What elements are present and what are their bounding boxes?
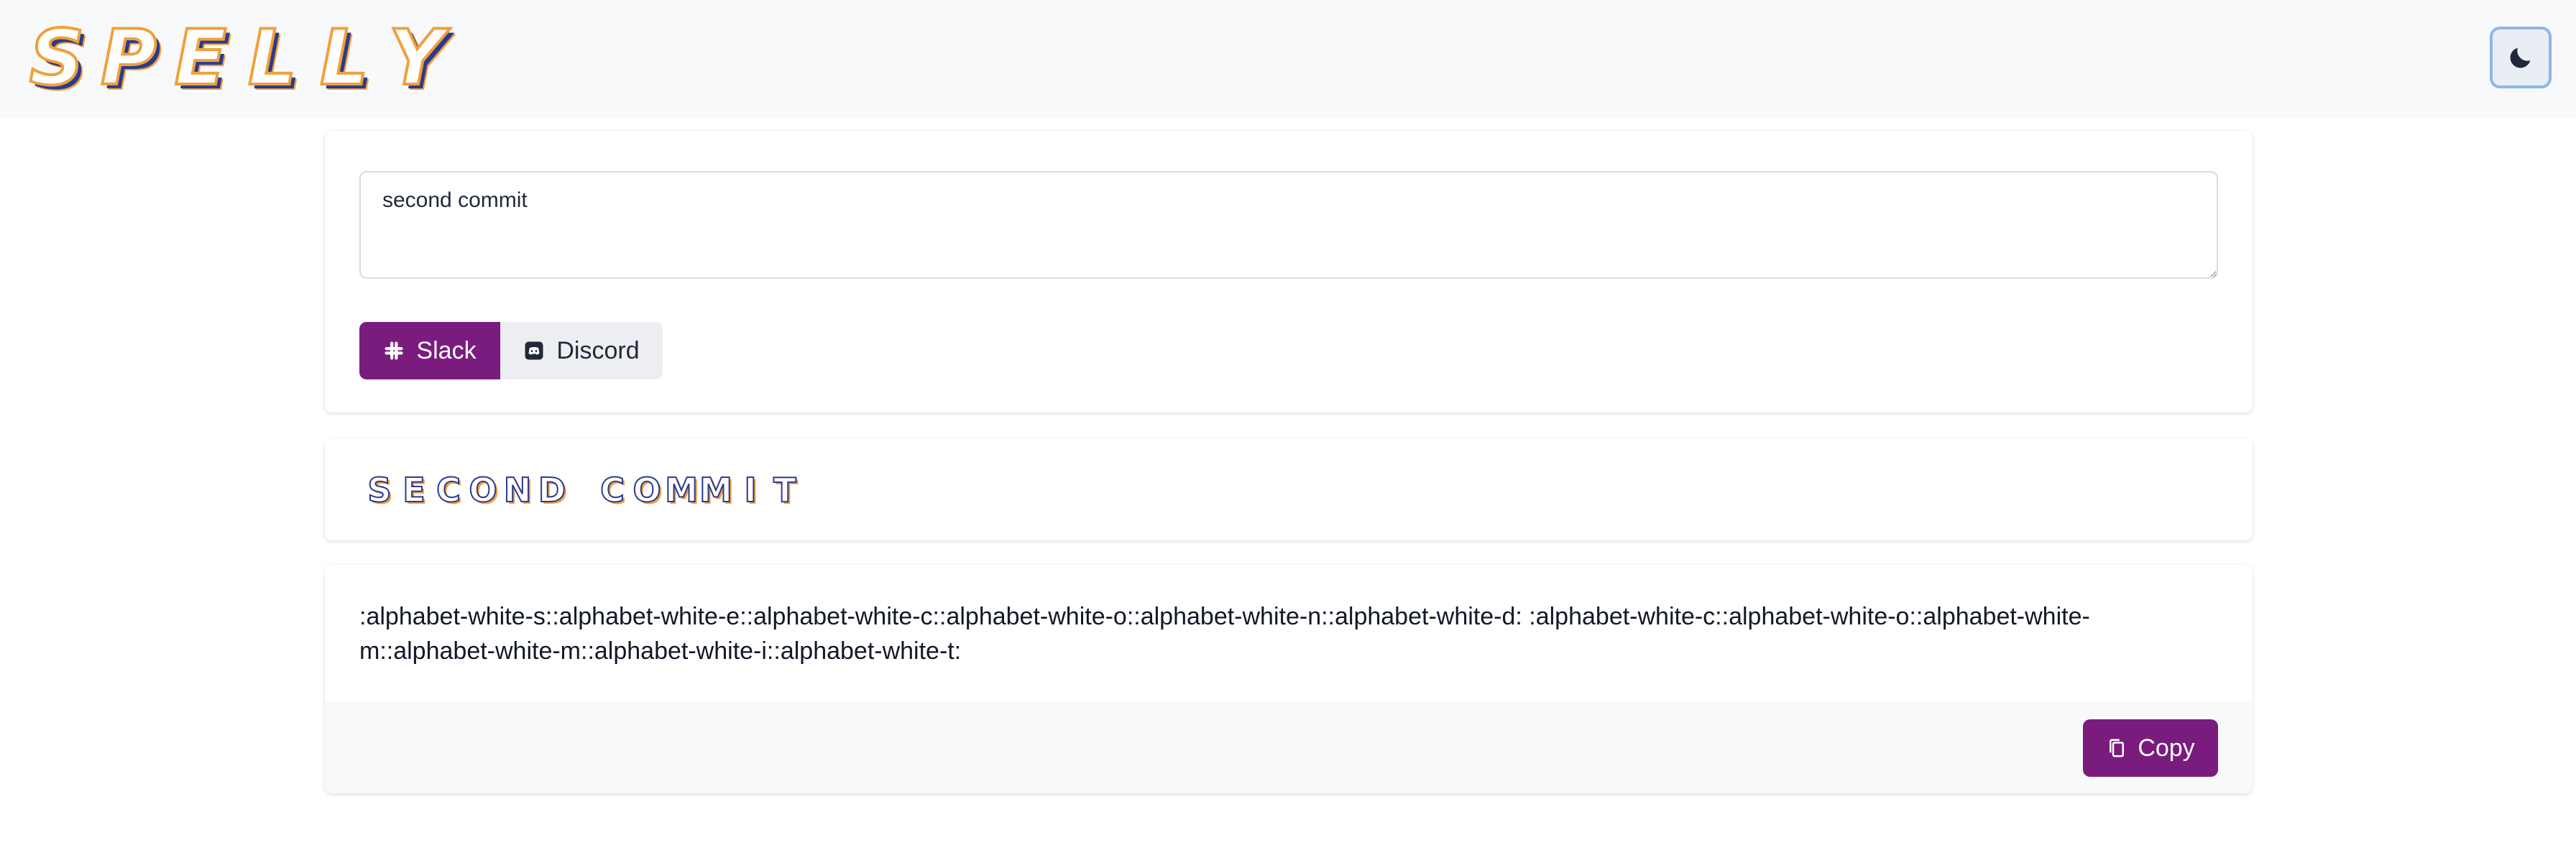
preview-letter: M: [699, 470, 733, 510]
input-card: second commit Slack Discord: [325, 131, 2253, 412]
preview-space: [569, 470, 595, 510]
text-input[interactable]: second commit: [359, 171, 2218, 279]
discord-button[interactable]: Discord: [500, 322, 663, 379]
output-card: :alphabet-white-s::alphabet-white-e::alp…: [325, 565, 2253, 793]
logo-letter: P: [99, 14, 158, 102]
preview-letter: E: [402, 470, 426, 510]
preview-letter: D: [538, 470, 566, 510]
preview-letter: O: [468, 470, 497, 510]
logo-letter: Y: [387, 14, 446, 102]
emoji-preview-card: S E C O N D C O M M I T: [325, 438, 2253, 540]
preview-letter: M: [664, 470, 699, 510]
preview-letter: S: [367, 470, 392, 510]
output-footer: Copy: [325, 701, 2253, 793]
preview-letter: O: [632, 470, 661, 510]
spelly-logo: S P E L L Y: [26, 14, 447, 102]
slack-icon: [385, 341, 403, 360]
emoji-preview: S E C O N D C O M M I T: [362, 470, 802, 510]
preview-letter: I: [743, 470, 757, 510]
preview-letter: T: [773, 470, 796, 510]
copy-icon: [2110, 739, 2125, 757]
moon-icon: [2510, 47, 2531, 68]
discord-icon: [525, 341, 543, 360]
logo-letter: L: [318, 14, 370, 102]
logo-letter: E: [173, 14, 228, 102]
preview-letter: C: [599, 470, 625, 510]
preview-letter: C: [436, 470, 461, 510]
slack-button[interactable]: Slack: [359, 322, 500, 379]
theme-toggle-button[interactable]: [2490, 27, 2552, 88]
logo-letter: S: [28, 14, 86, 102]
platform-toggle-group: Slack Discord: [359, 322, 663, 379]
slack-label: Slack: [416, 336, 477, 364]
copy-label: Copy: [2138, 734, 2195, 762]
discord-label: Discord: [556, 336, 640, 364]
logo-letter: L: [247, 14, 298, 102]
preview-letter: N: [503, 470, 533, 510]
copy-button[interactable]: Copy: [2083, 719, 2218, 777]
app-header: S P E L L Y: [0, 0, 2576, 118]
emoji-code-output: :alphabet-white-s::alphabet-white-e::alp…: [359, 603, 2090, 665]
